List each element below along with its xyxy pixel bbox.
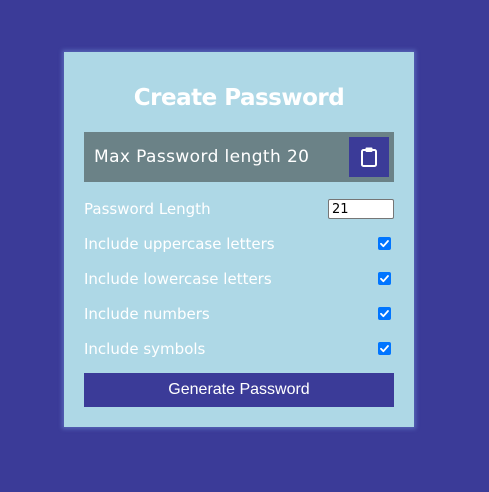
checkmark-icon: [380, 275, 389, 283]
lowercase-checkbox[interactable]: [378, 272, 391, 285]
uppercase-checkbox[interactable]: [378, 237, 391, 250]
password-result-text: Max Password length 20: [94, 147, 310, 167]
numbers-label: Include numbers: [84, 305, 210, 323]
generate-password-button[interactable]: Generate Password: [84, 373, 394, 407]
checkmark-icon: [380, 310, 389, 318]
numbers-checkbox[interactable]: [378, 307, 391, 320]
numbers-setting: Include numbers: [84, 303, 394, 325]
password-length-setting: Password Length: [84, 198, 394, 220]
copy-to-clipboard-button[interactable]: [349, 137, 389, 177]
password-length-label: Password Length: [84, 200, 211, 218]
symbols-setting: Include symbols: [84, 338, 394, 360]
symbols-checkbox[interactable]: [378, 342, 391, 355]
lowercase-label: Include lowercase letters: [84, 270, 272, 288]
clipboard-icon: [359, 146, 379, 168]
password-length-input[interactable]: [328, 199, 394, 219]
lowercase-setting: Include lowercase letters: [84, 268, 394, 290]
checkmark-icon: [380, 240, 389, 248]
password-result-box: Max Password length 20: [84, 132, 394, 182]
checkmark-icon: [380, 345, 389, 353]
symbols-label: Include symbols: [84, 340, 206, 358]
password-generator-card: Create Password Max Password length 20 P…: [64, 52, 414, 427]
uppercase-setting: Include uppercase letters: [84, 233, 394, 255]
page-title: Create Password: [133, 85, 345, 111]
uppercase-label: Include uppercase letters: [84, 235, 275, 253]
